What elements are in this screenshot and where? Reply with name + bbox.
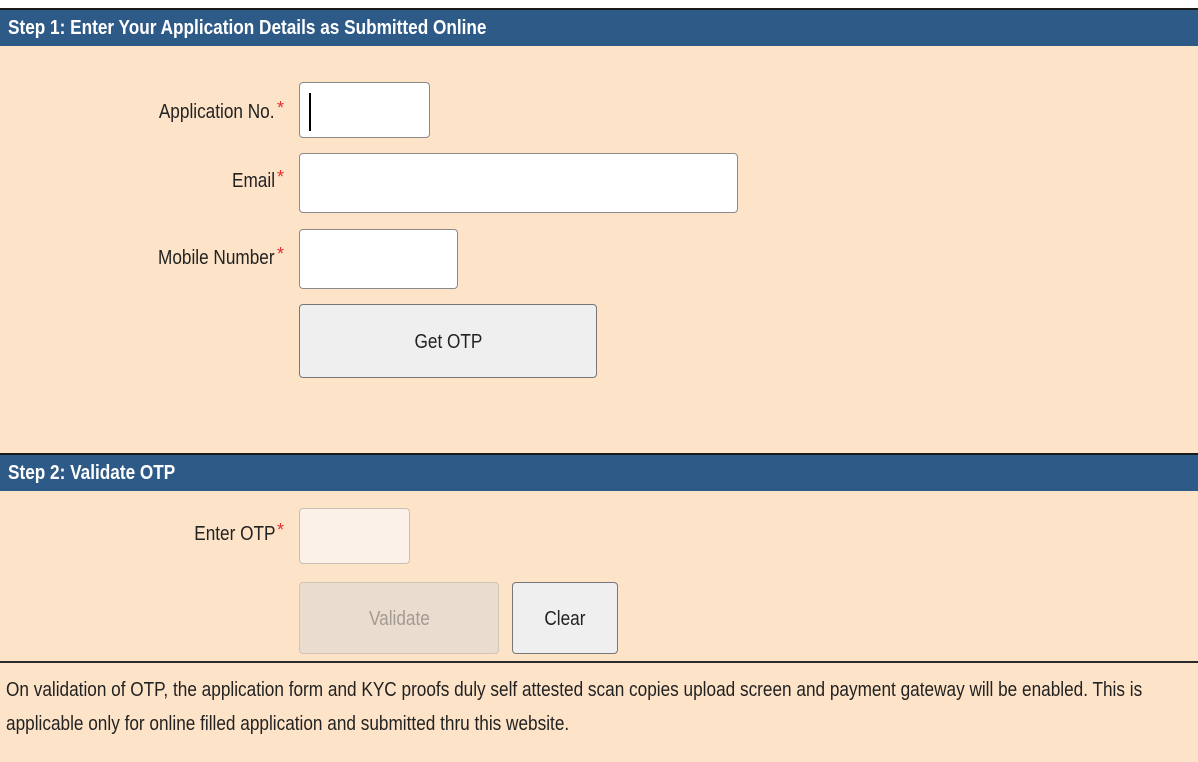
step1-header-text: Step 1: Enter Your Application Details a…: [8, 17, 487, 39]
info-note-text: On validation of OTP, the application fo…: [6, 679, 1143, 735]
mobile-number-label: Mobile Number *: [158, 244, 284, 269]
required-marker: *: [276, 244, 284, 264]
clear-button[interactable]: Clear: [512, 582, 618, 654]
step1-header: Step 1: Enter Your Application Details a…: [0, 8, 1198, 46]
required-marker: *: [276, 520, 284, 540]
application-no-label: Application No. *: [159, 98, 284, 123]
info-note: On validation of OTP, the application fo…: [0, 661, 1198, 762]
step2-header: Step 2: Validate OTP: [0, 453, 1198, 491]
application-no-input[interactable]: [299, 82, 430, 138]
validate-button[interactable]: Validate: [299, 582, 499, 654]
email-input[interactable]: [299, 153, 738, 213]
email-label: Email *: [231, 167, 284, 192]
step2-header-text: Step 2: Validate OTP: [8, 462, 176, 484]
text-caret: [309, 93, 311, 131]
required-marker: *: [276, 167, 284, 187]
mobile-number-input[interactable]: [299, 229, 458, 289]
otp-input[interactable]: [299, 508, 410, 564]
required-marker: *: [276, 98, 284, 118]
get-otp-button[interactable]: Get OTP: [299, 304, 597, 378]
enter-otp-label: Enter OTP *: [193, 520, 284, 545]
